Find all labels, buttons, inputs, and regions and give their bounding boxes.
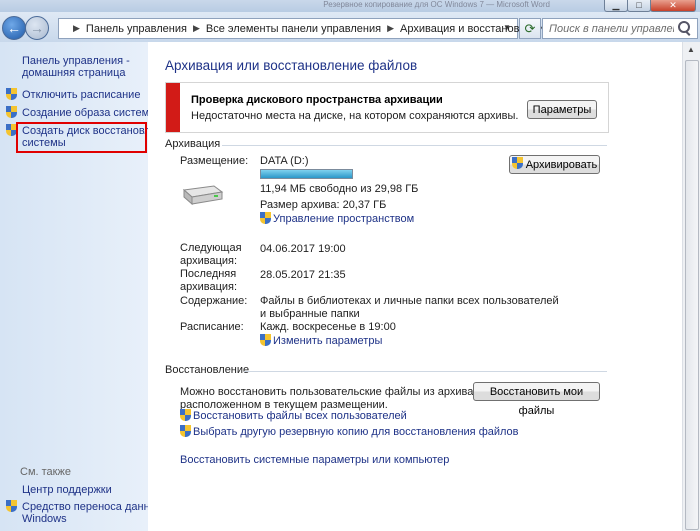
sidebar-item-action-center[interactable]: Центр поддержки [22, 484, 112, 496]
chevron-right-icon[interactable]: ▶ [387, 23, 394, 34]
restore-description: Можно восстановить пользовательские файл… [180, 386, 477, 411]
minimize-button[interactable]: ▁ [604, 0, 628, 12]
location-value: DATA (D:) [260, 155, 309, 167]
address-dropdown-icon[interactable]: ▼ [500, 18, 514, 37]
hard-drive-icon [182, 185, 224, 206]
breadcrumb-all-items[interactable]: Все элементы панели управления [206, 23, 381, 35]
restore-section-title: Восстановление [165, 364, 250, 376]
section-divider [244, 371, 607, 372]
warning-title: Проверка дискового пространства архиваци… [191, 94, 443, 106]
shield-icon [6, 106, 17, 119]
change-settings-link[interactable]: Изменить параметры [273, 335, 382, 348]
backup-now-button[interactable]: Архивировать [509, 155, 600, 174]
contents-label: Содержание: [180, 295, 248, 307]
manage-space-link[interactable]: Управление пространством [273, 213, 414, 226]
search-icon[interactable] [678, 21, 690, 33]
see-also-title: См. также [20, 466, 71, 478]
schedule-value: Кажд. воскресенье в 19:00 [260, 321, 396, 333]
schedule-label: Расписание: [180, 321, 244, 333]
scroll-up-icon[interactable]: ▲ [683, 42, 699, 58]
scrollbar-thumb[interactable] [685, 60, 699, 530]
next-backup-value: 04.06.2017 19:00 [260, 243, 346, 255]
back-button[interactable]: ← [2, 16, 26, 40]
shield-icon [260, 334, 271, 347]
location-label: Размещение: [180, 155, 249, 167]
archive-size-text: Размер архива: 20,37 ГБ [260, 199, 387, 211]
sidebar-item-create-system-image[interactable]: Создание образа системы [22, 107, 157, 119]
close-button[interactable]: ✕ [650, 0, 696, 12]
last-backup-label: Последняя архивация: [180, 268, 238, 293]
refresh-icon: ⟳ [524, 21, 536, 36]
warning-text: Недостаточно места на диске, на котором … [191, 110, 519, 122]
free-space-text: 11,94 МБ свободно из 29,98 ГБ [260, 183, 419, 195]
maximize-button[interactable]: □ [627, 0, 651, 12]
window-title: Резервное копирование для ОС Windows 7 —… [323, 0, 550, 9]
backup-now-label: Архивировать [525, 159, 598, 171]
settings-button[interactable]: Параметры [527, 100, 597, 119]
arrow-right-icon: → [30, 20, 44, 36]
breadcrumb-control-panel[interactable]: Панель управления [86, 23, 187, 35]
sidebar-item-disable-schedule[interactable]: Отключить расписание [22, 89, 140, 101]
shield-icon [180, 409, 191, 422]
close-icon: ✕ [669, 0, 677, 10]
contents-value: Файлы в библиотеках и личные папки всех … [260, 295, 559, 320]
chevron-right-icon[interactable]: ▶ [73, 23, 80, 34]
shield-icon [260, 212, 271, 225]
restore-all-users-link[interactable]: Восстановить файлы всех пользователей [193, 410, 407, 423]
page-title: Архивация или восстановление файлов [165, 58, 418, 73]
forward-button[interactable]: → [25, 16, 49, 40]
disk-usage-fill [261, 170, 352, 178]
backup-section-title: Архивация [165, 138, 221, 150]
section-divider [222, 145, 607, 146]
last-backup-value: 28.05.2017 21:35 [260, 269, 346, 281]
title-bar: Резервное копирование для ОС Windows 7 —… [0, 0, 700, 12]
shield-icon [6, 88, 17, 101]
next-backup-label: Следующая архивация: [180, 242, 242, 267]
shield-icon [511, 157, 523, 170]
refresh-button[interactable]: ⟳ [519, 18, 541, 39]
highlight-box [16, 122, 147, 153]
disk-usage-bar [260, 169, 353, 179]
restore-my-files-button[interactable]: Восстановить мои файлы [473, 382, 600, 417]
warning-color-bar [166, 83, 180, 132]
arrow-left-icon: ← [7, 20, 21, 36]
sidebar-item-easy-transfer[interactable]: Средство переноса данных Windows [22, 501, 163, 525]
search-input[interactable] [547, 19, 676, 38]
maximize-icon: □ [636, 0, 642, 10]
search-box[interactable] [542, 18, 698, 39]
address-bar[interactable]: ▶ Панель управления ▶ Все элементы панел… [58, 18, 550, 39]
chevron-right-icon[interactable]: ▶ [193, 23, 200, 34]
select-other-backup-link[interactable]: Выбрать другую резервную копию для восст… [193, 426, 519, 439]
sidebar-home-link[interactable]: Панель управления - домашняя страница [22, 55, 130, 79]
minimize-icon: ▁ [612, 0, 620, 10]
restore-system-link[interactable]: Восстановить системные параметры или ком… [180, 454, 449, 467]
shield-icon [6, 500, 17, 513]
shield-icon [180, 425, 191, 438]
